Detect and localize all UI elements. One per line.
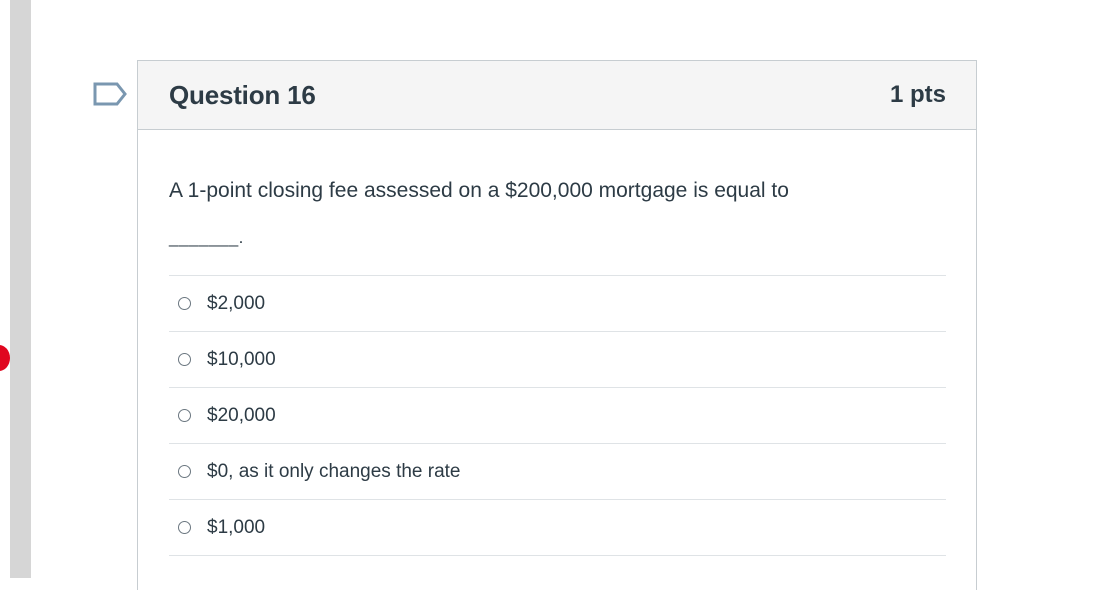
answer-option[interactable]: $2,000 <box>169 276 946 332</box>
answer-option[interactable]: $1,000 <box>169 500 946 556</box>
question-card: Question 16 1 pts A 1-point closing fee … <box>137 60 977 590</box>
answer-option[interactable]: $20,000 <box>169 388 946 444</box>
answer-label: $10,000 <box>207 348 276 370</box>
answer-list: $2,000 $10,000 $20,000 $0, as it only ch… <box>169 275 946 556</box>
question-text: A 1-point closing fee assessed on a $200… <box>169 179 789 202</box>
radio-button-icon[interactable] <box>178 409 191 422</box>
question-points: 1 pts <box>889 81 946 108</box>
radio-button-icon[interactable] <box>178 297 191 310</box>
radio-button-icon[interactable] <box>178 465 191 478</box>
left-navigation-rail <box>10 0 31 578</box>
answer-option[interactable]: $10,000 <box>169 332 946 388</box>
question-header: Question 16 1 pts <box>138 61 976 130</box>
question-blank: _______. <box>169 228 244 247</box>
answer-label: $2,000 <box>207 292 266 314</box>
answer-label: $0, as it only changes the rate <box>207 460 461 482</box>
notification-dot <box>0 345 10 371</box>
radio-button-icon[interactable] <box>178 521 191 534</box>
answer-label: $20,000 <box>207 404 276 426</box>
question-body: A 1-point closing fee assessed on a $200… <box>138 178 976 556</box>
question-title: Question 16 <box>169 79 316 110</box>
answer-label: $1,000 <box>207 516 266 538</box>
flag-question-icon[interactable] <box>93 82 127 106</box>
answer-option[interactable]: $0, as it only changes the rate <box>169 444 946 500</box>
radio-button-icon[interactable] <box>178 353 191 366</box>
